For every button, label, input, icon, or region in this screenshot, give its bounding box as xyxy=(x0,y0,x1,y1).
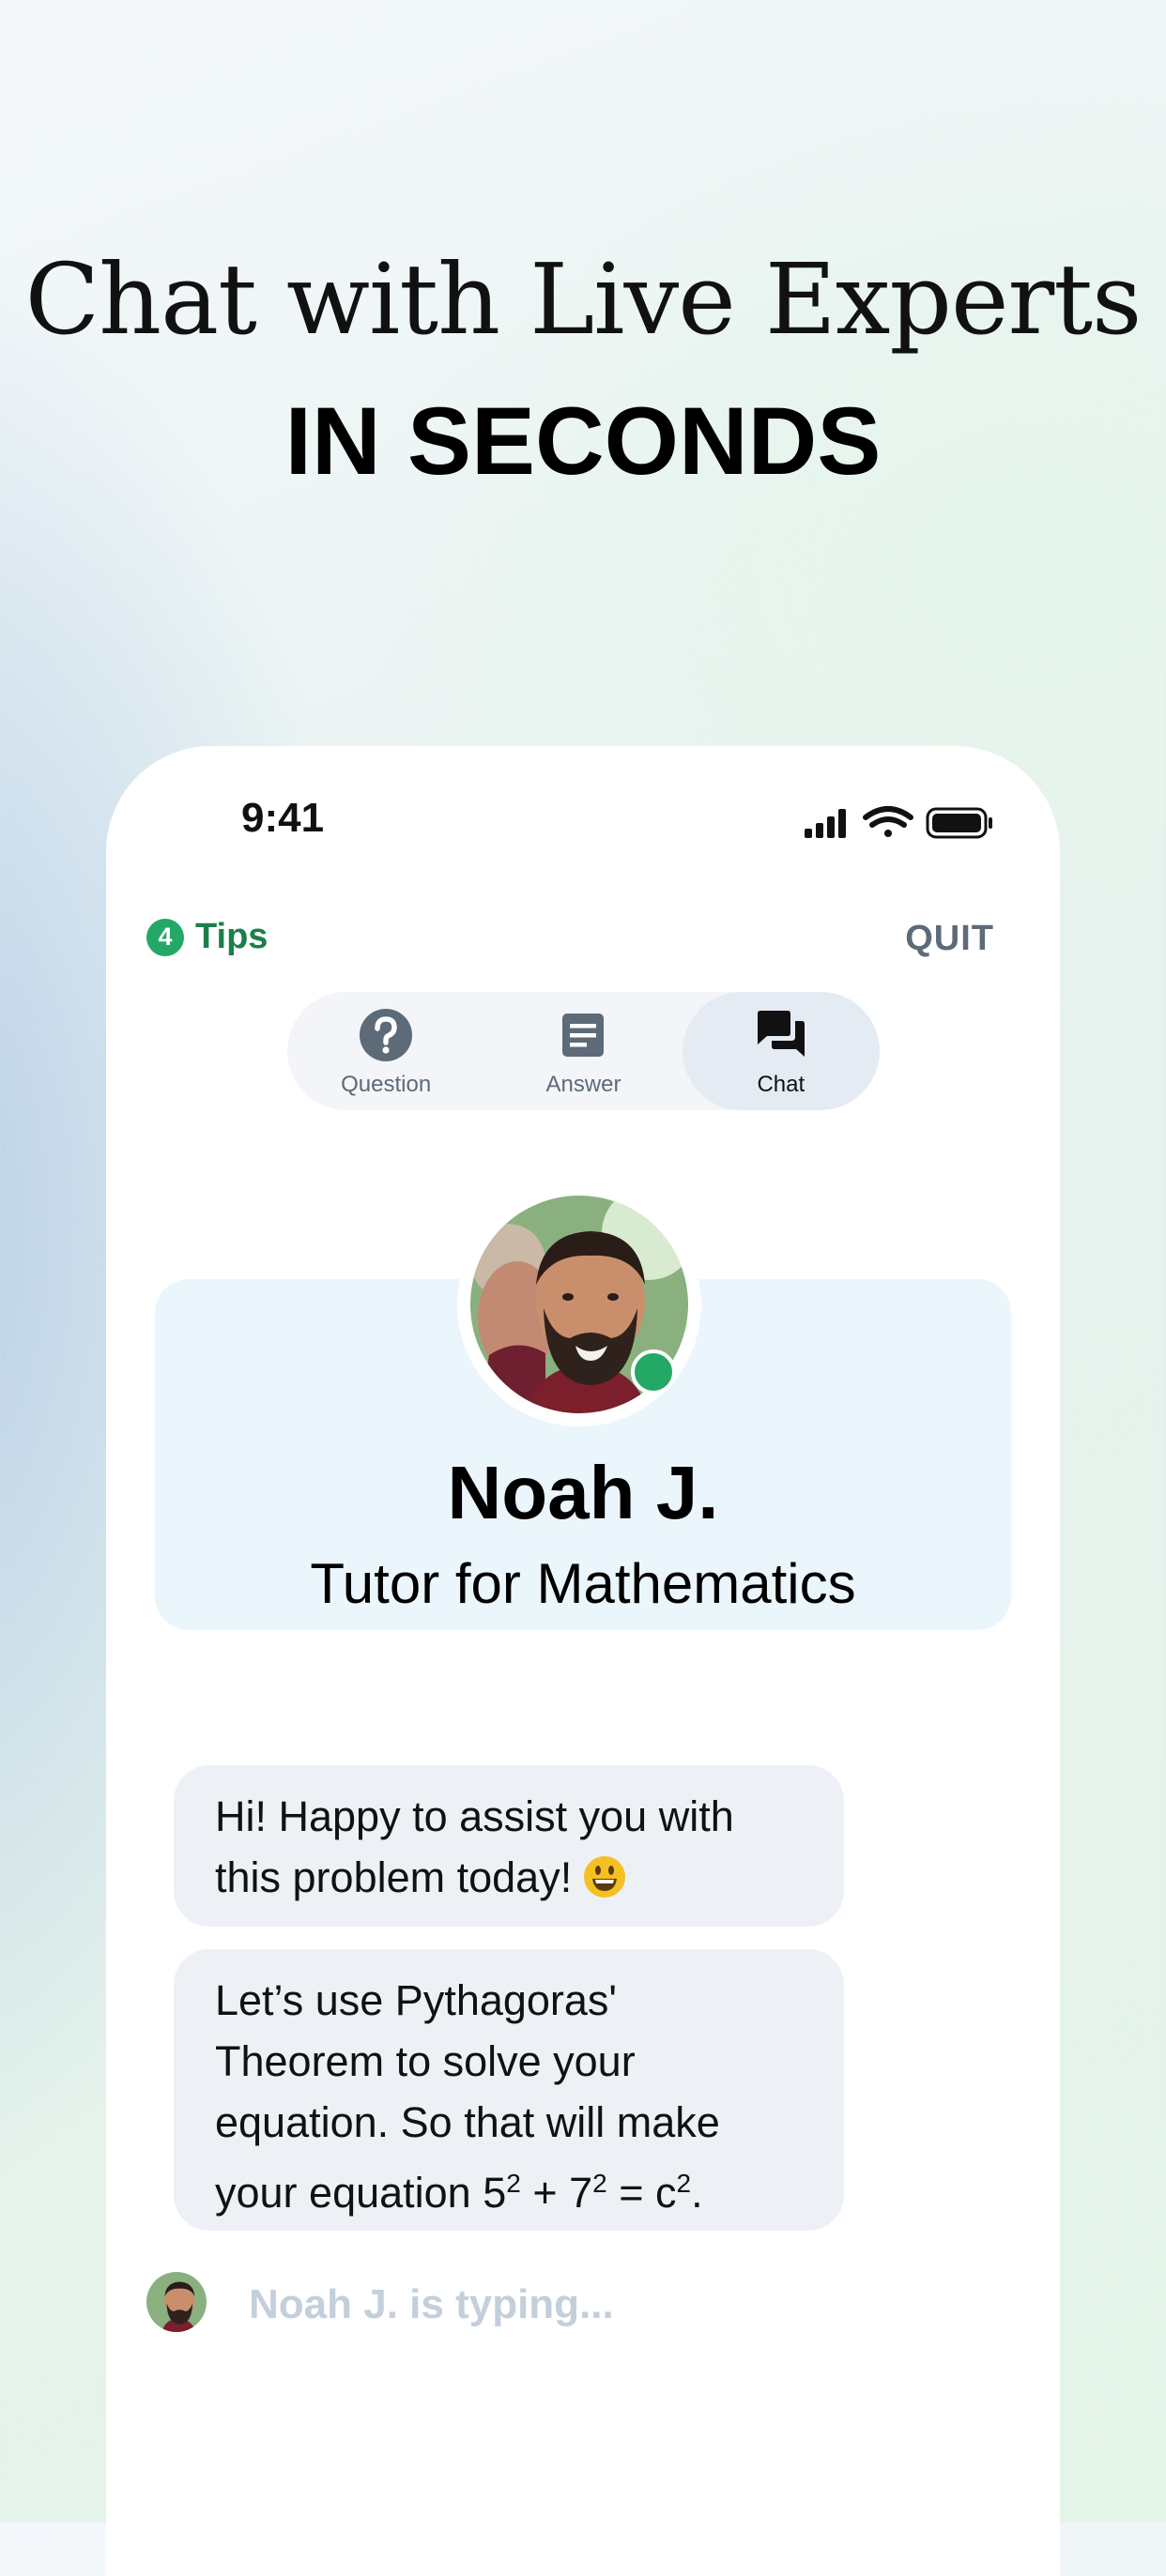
marketing-headline: Chat with Live Experts xyxy=(24,242,1143,357)
status-icons xyxy=(805,806,992,839)
document-icon xyxy=(562,1014,605,1057)
question-circle-icon xyxy=(360,1009,413,1061)
message-line: your equation 52 + 72 = c2. xyxy=(215,2169,703,2217)
typing-indicator: Noah J. is typing... xyxy=(249,2281,614,2327)
status-time: 9:41 xyxy=(241,795,325,841)
tutor-photo-small xyxy=(146,2272,207,2332)
quit-button[interactable]: QUIT xyxy=(905,919,994,959)
message-line: Theorem to solve your xyxy=(215,2037,636,2085)
tab-chat[interactable]: Chat xyxy=(682,992,880,1110)
wifi-icon xyxy=(863,806,913,837)
tutor-role: Tutor for Mathematics xyxy=(310,1552,856,1615)
message-line: equation. So that will make xyxy=(215,2098,720,2146)
marketing-subheadline: IN SECONDS xyxy=(284,388,882,495)
grinning-face-icon xyxy=(583,1856,625,1898)
tips-count: 4 xyxy=(146,918,184,956)
tab-answer-label: Answer xyxy=(545,1072,621,1097)
phone-screen: 9:41 4 Tips QUIT Question Answer Chat No… xyxy=(106,746,1060,2576)
tips-badge[interactable]: 4 Tips xyxy=(146,917,268,957)
tutor-name: Noah J. xyxy=(447,1451,719,1534)
signal-icon xyxy=(805,809,846,838)
tab-switcher: Question Answer Chat xyxy=(287,992,880,1110)
message-line: this problem today! xyxy=(215,1847,803,1908)
tab-answer[interactable]: Answer xyxy=(484,992,682,1110)
message-line: Let’s use Pythagoras' xyxy=(215,1976,618,2024)
chat-message: Hi! Happy to assist you with this proble… xyxy=(174,1765,844,1927)
typing-avatar xyxy=(146,2272,207,2332)
tips-label: Tips xyxy=(195,917,268,956)
chat-bubbles-icon xyxy=(757,1011,805,1057)
tab-chat-label: Chat xyxy=(757,1072,805,1097)
tab-question-label: Question xyxy=(341,1072,432,1097)
battery-icon xyxy=(926,807,992,839)
online-status-dot xyxy=(631,1349,676,1395)
chat-message: Let’s use Pythagoras' Theorem to solve y… xyxy=(174,1949,844,2231)
message-line: Hi! Happy to assist you with xyxy=(215,1792,734,1840)
tab-question[interactable]: Question xyxy=(287,992,484,1110)
